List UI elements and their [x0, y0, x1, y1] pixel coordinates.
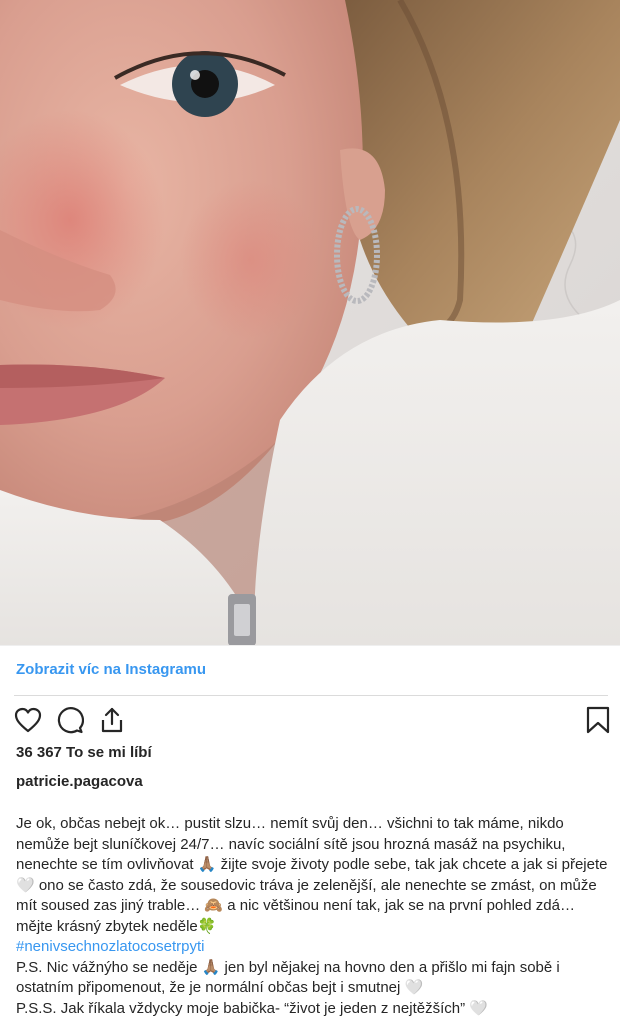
- post-photo: [0, 0, 620, 645]
- share-icon[interactable]: [96, 704, 128, 736]
- divider: [14, 695, 608, 696]
- view-more-on-instagram-link[interactable]: Zobrazit víc na Instagramu: [16, 661, 206, 678]
- caption-pss: P.S.S. Jak říkala vždycky moje babička- …: [16, 999, 488, 1017]
- caption-ps: P.S. Nic vážnýho se neděje 🙏🏽 jen byl ně…: [16, 958, 560, 997]
- caption-paragraph: Je ok, občas nebejt ok… pustit slzu… nem…: [16, 815, 608, 935]
- bookmark-icon[interactable]: [582, 704, 614, 736]
- action-bar: [12, 704, 610, 738]
- post-image[interactable]: [0, 0, 620, 646]
- comment-icon[interactable]: [54, 704, 86, 736]
- like-count[interactable]: 36 367 To se mi líbí: [16, 744, 152, 761]
- hashtag-link[interactable]: #nenivsechnozlatocosetrpyti: [16, 938, 204, 955]
- post-caption: Je ok, občas nebejt ok… pustit slzu… nem…: [16, 814, 612, 1019]
- heart-icon[interactable]: [12, 704, 44, 736]
- post-username[interactable]: patricie.pagacova: [16, 773, 143, 790]
